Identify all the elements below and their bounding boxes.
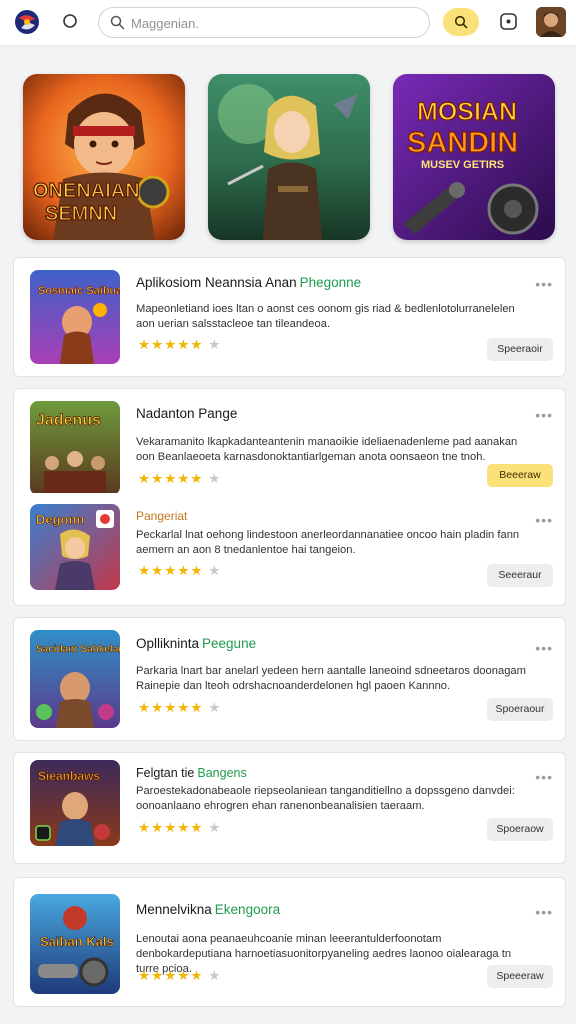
featured-game-banner[interactable]: ONENAIAN SEMNN <box>23 74 185 240</box>
app-tag: Peegune <box>202 636 257 651</box>
top-bar <box>0 0 576 46</box>
app-title[interactable]: Pangeriat <box>136 509 187 523</box>
thumbnail-text: Saiban Kals <box>40 934 114 949</box>
app-card: Saiban Kals Mennelvikna Ekengoora ••• Len… <box>13 877 566 1007</box>
app-description: Peckarlal lnat oehong lindestoon anerleo… <box>136 529 520 556</box>
more-options-icon[interactable]: ••• <box>535 641 553 655</box>
app-description: Parkaria lnart bar anelarl yedeen hern a… <box>136 665 526 692</box>
app-action-button[interactable]: Spoeraour <box>487 698 553 721</box>
app-card: Jadenus Nadanton Pange ••• Vekaramanito … <box>13 388 566 606</box>
app-action-button[interactable]: Beeeraw <box>487 464 553 487</box>
app-thumbnail[interactable]: Sacidant Sahkelanna <box>30 630 120 728</box>
app-thumbnail[interactable]: Sieanbaws <box>30 760 120 846</box>
thumbnail-text: Jadenus <box>36 412 101 429</box>
app-description: Vekaramanito lkapkadanteantenin manaoiki… <box>136 436 518 463</box>
app-card: Sosmaic Saibuane Aplikosiom Neannsia Ana… <box>13 257 566 377</box>
star-rating: ★★★★★ ★ <box>138 700 222 715</box>
more-options-icon[interactable]: ••• <box>535 408 553 422</box>
banner-title-line1: MOSIAN <box>417 98 517 126</box>
app-action-button[interactable]: Speeeraw <box>487 965 553 988</box>
app-title-text: Aplikosiom Neannsia Anan <box>136 275 297 290</box>
app-description: Paroestekadonabeaole riepseolaniean tang… <box>136 785 515 812</box>
thumbnail-text: Degonn <box>36 512 84 527</box>
featured-game-banner[interactable]: MOSIAN SANDIN MUSEV GETIRS <box>393 74 555 240</box>
app-title[interactable]: Opllikninta Peegune <box>136 636 256 651</box>
app-title[interactable]: Aplikosiom Neannsia Anan Phegonne <box>136 275 361 290</box>
app-action-button[interactable]: Seeeraur <box>487 564 553 587</box>
app-card: Sieanbaws Felgtan tie Bangens ••• Paroest… <box>13 752 566 864</box>
search-button[interactable] <box>443 8 479 36</box>
app-action-button[interactable]: Speeraoir <box>487 338 553 361</box>
search-input[interactable] <box>131 13 411 33</box>
banner-title-line1: ONENAIAN <box>33 180 140 202</box>
app-tag: Bangens <box>197 766 247 780</box>
app-title-text: Opllikninta <box>136 636 200 651</box>
star-rating: ★★★★★ ★ <box>138 563 222 578</box>
star-rating: ★★★★★ ★ <box>138 337 222 352</box>
app-title[interactable]: Felgtan tie Bangens <box>136 766 247 780</box>
star-rating: ★★★★★ ★ <box>138 471 222 486</box>
thumbnail-text: Sosmaic Saibuane <box>38 285 120 297</box>
notification-icon[interactable] <box>499 12 518 31</box>
thumbnail-text: Sacidant Sahkelanna <box>36 644 120 655</box>
more-options-icon[interactable]: ••• <box>535 277 553 291</box>
search-bar[interactable] <box>98 7 430 38</box>
star-rating: ★★★★★ ★ <box>138 820 222 835</box>
search-icon <box>454 15 468 29</box>
app-thumbnail[interactable]: Degonn <box>30 504 120 590</box>
search-icon <box>110 15 125 30</box>
featured-game-banner[interactable] <box>208 74 370 240</box>
app-thumbnail[interactable]: Sosmaic Saibuane <box>30 270 120 364</box>
banner-subtitle: MUSEV GETIRS <box>421 159 504 171</box>
app-title-text: Mennelvikna <box>136 902 212 917</box>
more-options-icon[interactable]: ••• <box>535 770 553 784</box>
app-tag: Phegonne <box>299 275 362 290</box>
avatar[interactable] <box>536 7 566 37</box>
star-rating: ★★★★★ ★ <box>138 968 222 983</box>
app-title-text: Pangeriat <box>136 509 188 523</box>
circle-icon[interactable] <box>62 13 78 29</box>
more-options-icon[interactable]: ••• <box>535 905 553 919</box>
app-logo[interactable] <box>14 9 40 35</box>
app-title[interactable]: Nadanton Pange <box>136 406 237 421</box>
app-description: Mapeonletiand ioes ltan o aonst ces oono… <box>136 303 515 330</box>
app-title-text: Nadanton Pange <box>136 406 238 421</box>
banner-title-line2: SANDIN <box>407 127 518 159</box>
banner-title-line2: SEMNN <box>45 203 117 225</box>
app-thumbnail[interactable]: Jadenus <box>30 401 120 495</box>
app-title-text: Felgtan tie <box>136 766 195 780</box>
app-action-button[interactable]: Spoeraow <box>487 818 553 841</box>
thumbnail-text: Sieanbaws <box>38 769 100 783</box>
app-tag: Ekengoora <box>214 902 281 917</box>
app-thumbnail[interactable]: Saiban Kals <box>30 894 120 994</box>
app-card: Sacidant Sahkelanna OplliknintaPeegune •… <box>13 617 566 741</box>
more-options-icon[interactable]: ••• <box>535 513 553 527</box>
app-title[interactable]: Mennelvikna Ekengoora <box>136 902 280 917</box>
